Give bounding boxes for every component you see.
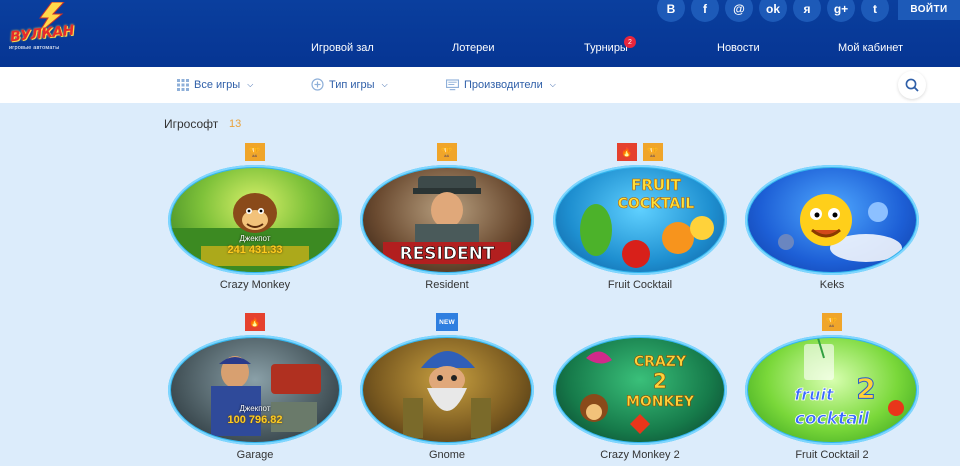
- svg-text:fruit: fruit: [794, 385, 835, 404]
- social-links: В f @ ok я g+ t: [657, 0, 889, 22]
- badges: [550, 313, 730, 331]
- logo-text: ВУЛКАН: [9, 22, 75, 46]
- jackpot-label: Джекпот: [239, 234, 271, 243]
- game-title[interactable]: Fruit Cocktail: [550, 279, 730, 291]
- svg-text:COCKTAIL: COCKTAIL: [618, 196, 695, 212]
- yandex-icon[interactable]: я: [793, 0, 821, 22]
- filter-providers-label: Производители: [464, 78, 543, 91]
- svg-text:MONKEY: MONKEY: [626, 394, 695, 410]
- trophy-icon: 🏆: [822, 313, 842, 331]
- resident-logo: RESIDENT: [400, 244, 495, 264]
- jackpot: Джекпот 241 431.33: [171, 234, 339, 256]
- odnoklassniki-icon[interactable]: ok: [759, 0, 787, 22]
- trophy-icon: 🏆: [245, 143, 265, 161]
- game-card-gnome[interactable]: NEW Gnome: [357, 313, 537, 463]
- chevron-down-icon: ⌵: [381, 79, 388, 89]
- fire-icon: 🔥: [245, 313, 265, 331]
- badges: 🏆: [165, 143, 345, 161]
- jackpot-label: Джекпот: [239, 404, 271, 413]
- resident-artwork: RESIDENT: [383, 176, 511, 264]
- game-title[interactable]: Keks: [742, 279, 922, 291]
- game-thumbnail[interactable]: Джекпот 100 796.82: [168, 335, 342, 445]
- keks-artwork: [778, 194, 902, 262]
- search-button[interactable]: [898, 71, 926, 99]
- grid-icon: [176, 78, 189, 91]
- nav-tournaments[interactable]: Турниры: [584, 42, 628, 54]
- badges: 🏆: [357, 143, 537, 161]
- monitor-icon: [446, 78, 459, 91]
- jackpot-value: 241 431.33: [227, 244, 283, 256]
- game-title[interactable]: Crazy Monkey: [165, 279, 345, 291]
- svg-text:cocktail: cocktail: [795, 409, 871, 429]
- trophy-icon: 🏆: [643, 143, 663, 161]
- fire-icon: 🔥: [617, 143, 637, 161]
- filter-bar: Все игры ⌵ Тип игры ⌵ Производители ⌵: [0, 67, 960, 103]
- google-plus-icon[interactable]: g+: [827, 0, 855, 22]
- badges: 🏆: [742, 313, 922, 331]
- badges: 🔥 🏆: [550, 143, 730, 161]
- game-thumbnail[interactable]: [745, 165, 919, 275]
- fruit-cocktail-2-artwork: fruit 2 cocktail: [794, 338, 904, 429]
- nav-game-hall[interactable]: Игровой зал: [311, 42, 374, 54]
- game-thumbnail[interactable]: FRUIT COCKTAIL: [553, 165, 727, 275]
- game-thumbnail[interactable]: Джекпот 241 431.33: [168, 165, 342, 275]
- badges: [742, 143, 922, 161]
- game-thumbnail[interactable]: RESIDENT: [360, 165, 534, 275]
- game-card-fruit-cocktail-2[interactable]: 🏆 fruit 2 cocktail Fruit Cocktail 2: [742, 313, 922, 463]
- game-title[interactable]: Garage: [165, 449, 345, 461]
- tournaments-badge: 2: [624, 36, 636, 48]
- game-thumbnail[interactable]: [360, 335, 534, 445]
- header: ВУЛКАН игровые автоматы В f @ ok я g+ t …: [0, 0, 960, 67]
- svg-text:2: 2: [856, 372, 875, 405]
- crazy-monkey-2-artwork: CRAZY 2 MONKEY: [580, 351, 695, 434]
- game-thumbnail[interactable]: CRAZY 2 MONKEY: [553, 335, 727, 445]
- svg-text:CRAZY: CRAZY: [634, 354, 687, 370]
- chevron-down-icon: ⌵: [549, 79, 556, 89]
- monkey-artwork: [171, 193, 339, 272]
- filter-all-games-label: Все игры: [194, 78, 241, 91]
- svg-text:FRUIT: FRUIT: [631, 176, 682, 194]
- nav-my-cabinet[interactable]: Мой кабинет: [838, 42, 903, 54]
- game-card-garage[interactable]: 🔥 Джекпот 100 796.82 Garage: [165, 313, 345, 463]
- trophy-icon: 🏆: [437, 143, 457, 161]
- logo-subtitle: игровые автоматы: [9, 45, 60, 51]
- filter-all-games[interactable]: Все игры ⌵: [176, 78, 253, 91]
- game-title[interactable]: Fruit Cocktail 2: [742, 449, 922, 461]
- section-count: 13: [229, 118, 242, 130]
- search-icon: [905, 78, 919, 92]
- vk-icon[interactable]: В: [657, 0, 685, 22]
- plus-circle-icon: [311, 78, 324, 91]
- gnome-artwork: [403, 351, 491, 438]
- jackpot: Джекпот 100 796.82: [171, 404, 339, 426]
- badges: 🔥: [165, 313, 345, 331]
- game-thumbnail[interactable]: fruit 2 cocktail: [745, 335, 919, 445]
- badges: NEW: [357, 313, 537, 331]
- filter-game-type[interactable]: Тип игры ⌵: [311, 78, 388, 91]
- twitter-icon[interactable]: t: [861, 0, 889, 22]
- vulkan-logo[interactable]: ВУЛКАН игровые автоматы: [4, 2, 90, 54]
- section-title: Игрософт: [164, 117, 219, 131]
- login-button[interactable]: ВОЙТИ: [898, 0, 960, 20]
- game-card-resident[interactable]: 🏆 RESIDENT Resident: [357, 143, 537, 293]
- game-title[interactable]: Gnome: [357, 449, 537, 461]
- nav-lottery[interactable]: Лотереи: [452, 42, 495, 54]
- new-badge: NEW: [436, 313, 458, 331]
- game-card-crazy-monkey[interactable]: 🏆 Джекпот 241 431.33 Crazy Monkey: [165, 143, 345, 293]
- filter-game-type-label: Тип игры: [329, 78, 375, 91]
- garage-artwork: [211, 356, 321, 436]
- filter-providers[interactable]: Производители ⌵: [446, 78, 556, 91]
- jackpot-value: 100 796.82: [227, 414, 283, 426]
- nav-news[interactable]: Новости: [717, 42, 760, 54]
- game-card-crazy-monkey-2[interactable]: CRAZY 2 MONKEY Crazy Monkey 2: [550, 313, 730, 463]
- game-card-fruit-cocktail[interactable]: 🔥 🏆 FRUIT COCKTAIL Fruit Cocktail: [550, 143, 730, 293]
- facebook-icon[interactable]: f: [691, 0, 719, 22]
- chevron-down-icon: ⌵: [247, 79, 254, 89]
- game-card-keks[interactable]: Keks: [742, 143, 922, 293]
- game-title[interactable]: Crazy Monkey 2: [550, 449, 730, 461]
- game-title[interactable]: Resident: [357, 279, 537, 291]
- fruit-cocktail-artwork: FRUIT COCKTAIL: [580, 176, 714, 268]
- mail-icon[interactable]: @: [725, 0, 753, 22]
- svg-text:2: 2: [653, 369, 667, 393]
